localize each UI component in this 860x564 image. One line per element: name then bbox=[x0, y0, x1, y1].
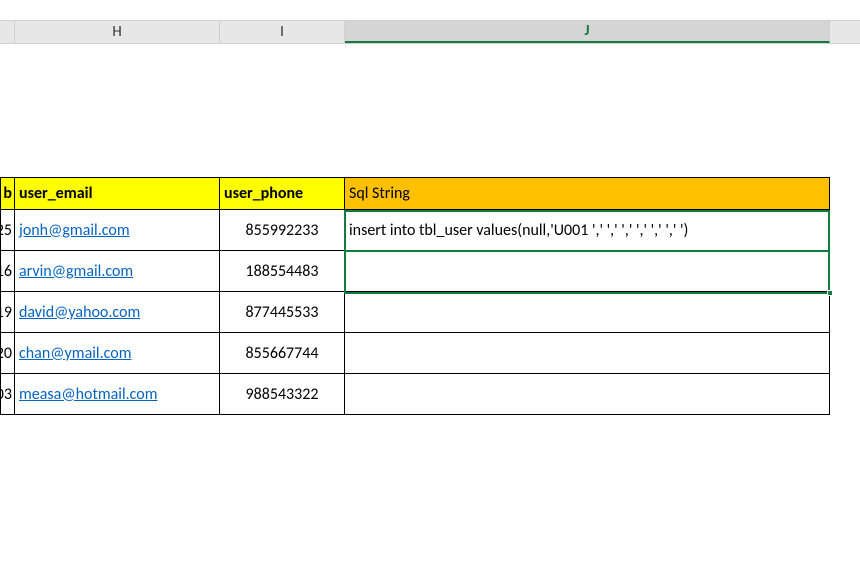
column-header-k-partial[interactable] bbox=[830, 21, 860, 43]
header-user-phone[interactable]: user_phone bbox=[220, 177, 345, 210]
email-link[interactable]: arvin@gmail.com bbox=[19, 262, 133, 281]
cell-g[interactable]: 25 bbox=[0, 210, 15, 251]
table-row: 25 jonh@gmail.com 855992233 insert into … bbox=[0, 210, 830, 251]
cell-phone[interactable]: 877445533 bbox=[220, 292, 345, 333]
column-header-j[interactable]: J bbox=[345, 21, 830, 43]
table-row: 19 david@yahoo.com 877445533 bbox=[0, 292, 830, 333]
cell-phone[interactable]: 855992233 bbox=[220, 210, 345, 251]
table-header-row: b user_email user_phone Sql String bbox=[0, 177, 830, 210]
cell-email[interactable]: david@yahoo.com bbox=[15, 292, 220, 333]
column-header-h[interactable]: H bbox=[15, 21, 220, 43]
cell-sql[interactable] bbox=[345, 251, 830, 292]
cell-phone[interactable]: 988543322 bbox=[220, 374, 345, 415]
cell-sql[interactable] bbox=[345, 333, 830, 374]
column-headers-row: H I J bbox=[0, 20, 860, 44]
email-link[interactable]: david@yahoo.com bbox=[19, 303, 140, 322]
cell-email[interactable]: measa@hotmail.com bbox=[15, 374, 220, 415]
data-table: b user_email user_phone Sql String 25 jo… bbox=[0, 177, 830, 415]
cell-g[interactable]: 03 bbox=[0, 374, 15, 415]
cell-email[interactable]: jonh@gmail.com bbox=[15, 210, 220, 251]
cell-sql[interactable]: insert into tbl_user values(null,'U001 '… bbox=[345, 210, 830, 251]
header-col-b-partial[interactable]: b bbox=[0, 177, 15, 210]
column-header-i[interactable]: I bbox=[220, 21, 345, 43]
cell-email[interactable]: arvin@gmail.com bbox=[15, 251, 220, 292]
sheet-area[interactable]: b user_email user_phone Sql String 25 jo… bbox=[0, 44, 860, 564]
cell-g[interactable]: 16 bbox=[0, 251, 15, 292]
cell-g[interactable]: 20 bbox=[0, 333, 15, 374]
cell-sql[interactable] bbox=[345, 374, 830, 415]
fill-handle[interactable] bbox=[827, 290, 833, 296]
column-header-g-partial[interactable] bbox=[0, 21, 15, 43]
cell-phone[interactable]: 855667744 bbox=[220, 333, 345, 374]
table-row: 16 arvin@gmail.com 188554483 bbox=[0, 251, 830, 292]
email-link[interactable]: measa@hotmail.com bbox=[19, 385, 158, 404]
cell-g[interactable]: 19 bbox=[0, 292, 15, 333]
header-sql-string[interactable]: Sql String bbox=[345, 177, 830, 210]
email-link[interactable]: chan@ymail.com bbox=[19, 344, 131, 363]
cell-phone[interactable]: 188554483 bbox=[220, 251, 345, 292]
cell-email[interactable]: chan@ymail.com bbox=[15, 333, 220, 374]
header-user-email[interactable]: user_email bbox=[15, 177, 220, 210]
cell-sql[interactable] bbox=[345, 292, 830, 333]
table-row: 03 measa@hotmail.com 988543322 bbox=[0, 374, 830, 415]
table-row: 20 chan@ymail.com 855667744 bbox=[0, 333, 830, 374]
email-link[interactable]: jonh@gmail.com bbox=[19, 221, 130, 240]
